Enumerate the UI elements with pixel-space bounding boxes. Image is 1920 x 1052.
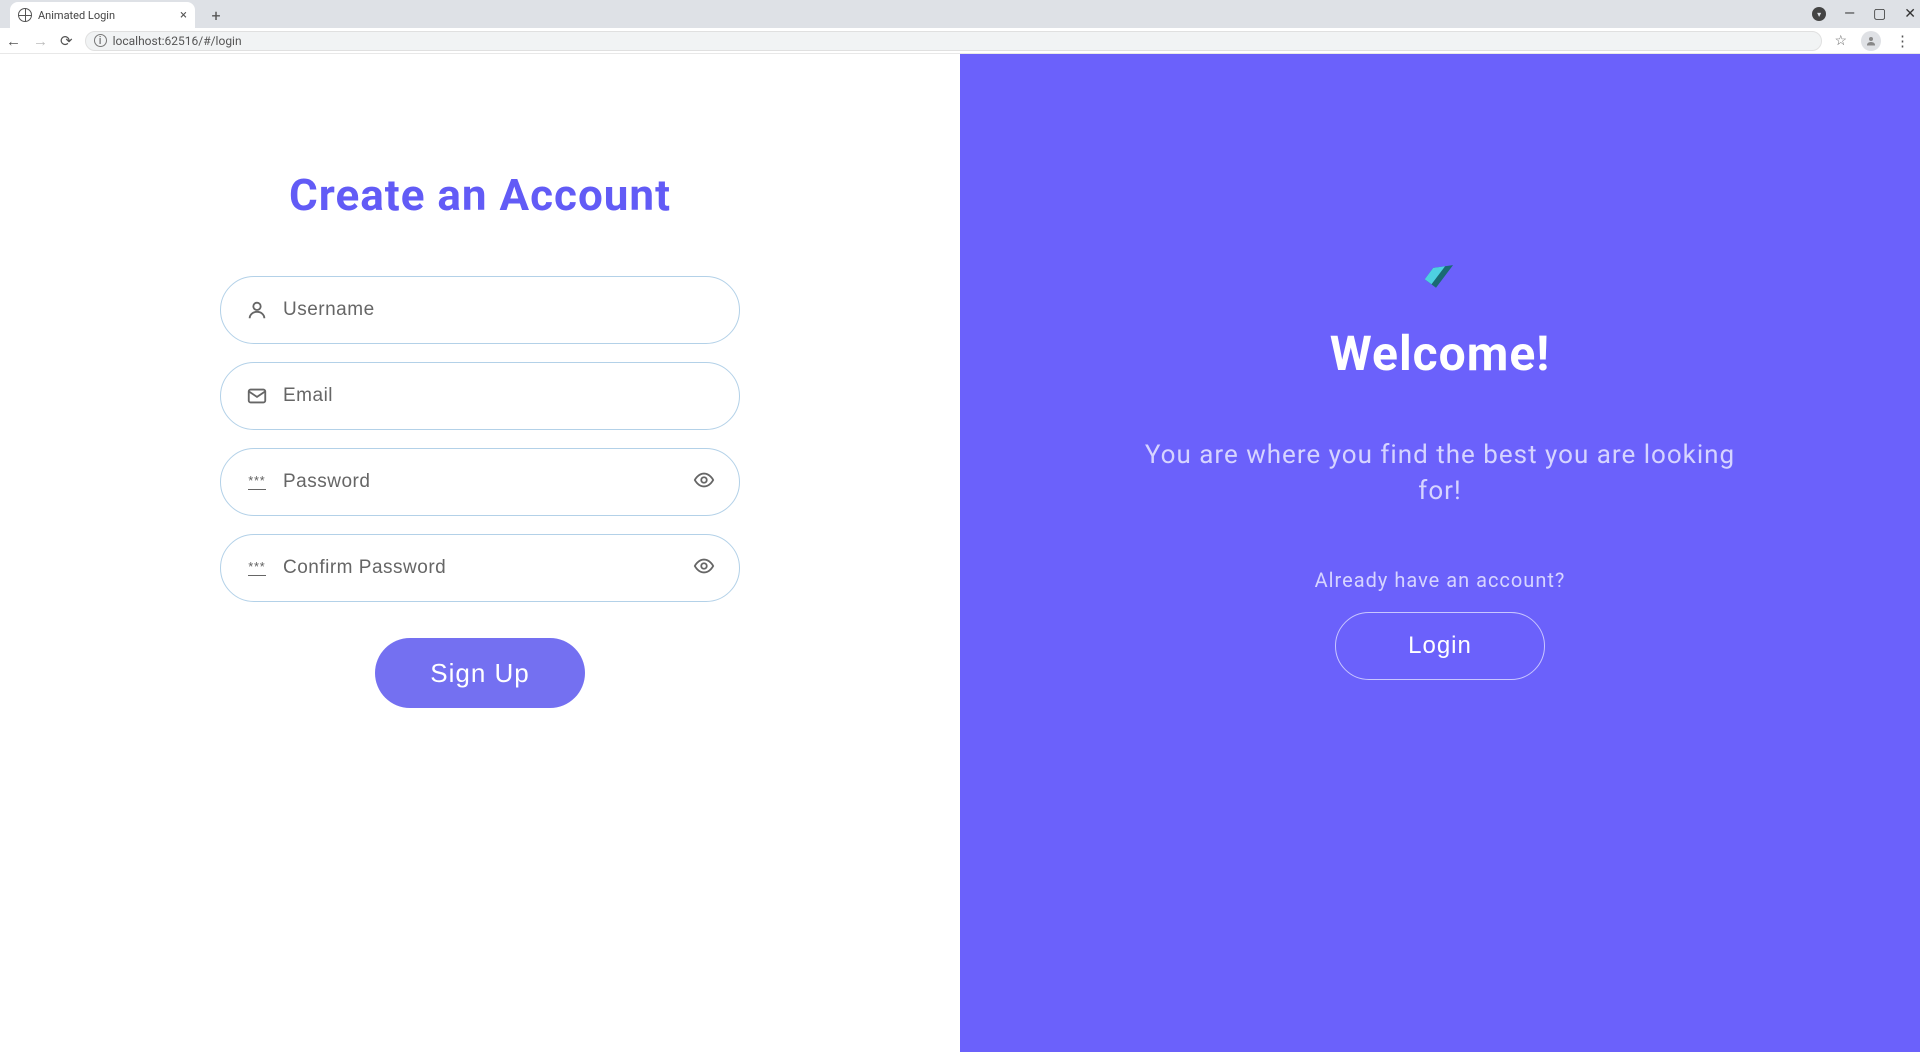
signup-panel: Create an Account *** [0, 54, 960, 1052]
globe-icon [18, 8, 32, 22]
confirm-password-field-wrap[interactable]: *** [220, 534, 740, 602]
eye-icon[interactable] [693, 469, 715, 495]
signup-title: Create an Account [289, 169, 671, 221]
username-field-wrap[interactable] [220, 276, 740, 344]
already-have-account-text: Already have an account? [1315, 568, 1566, 592]
menu-icon[interactable]: ⋮ [1895, 32, 1910, 50]
password-icon: *** [245, 474, 269, 490]
window-controls: ▾ — ▢ ✕ [1812, 0, 1916, 28]
tab-title: Animated Login [38, 9, 115, 22]
url-box[interactable]: i localhost:62516/#/login [85, 31, 1823, 51]
back-icon[interactable]: ← [6, 32, 21, 50]
new-tab-button[interactable]: + [203, 2, 229, 28]
maximize-icon[interactable]: ▢ [1873, 6, 1886, 22]
welcome-panel: Welcome! You are where you find the best… [960, 54, 1920, 1052]
login-button[interactable]: Login [1335, 612, 1545, 680]
browser-chrome: Animated Login × + ▾ — ▢ ✕ ← → ⟳ i local… [0, 0, 1920, 54]
eye-icon[interactable] [693, 555, 715, 581]
username-input[interactable] [283, 299, 715, 321]
signup-form: *** *** Sign Up [220, 276, 740, 708]
tab-strip: Animated Login × + ▾ — ▢ ✕ [0, 0, 1920, 28]
email-field-wrap[interactable] [220, 362, 740, 430]
profile-icon[interactable] [1861, 31, 1881, 51]
signup-button[interactable]: Sign Up [375, 638, 585, 708]
close-tab-icon[interactable]: × [180, 8, 187, 23]
tab-dropdown-icon[interactable]: ▾ [1812, 7, 1826, 21]
password-icon: *** [245, 560, 269, 576]
password-input[interactable] [283, 471, 679, 493]
info-icon[interactable]: i [94, 34, 107, 47]
welcome-title: Welcome! [1330, 325, 1550, 382]
minimize-icon[interactable]: — [1844, 6, 1855, 22]
password-field-wrap[interactable]: *** [220, 448, 740, 516]
address-bar-right: ☆ ⋮ [1834, 31, 1914, 51]
close-window-icon[interactable]: ✕ [1904, 6, 1916, 22]
bookmark-icon[interactable]: ☆ [1834, 33, 1847, 49]
email-input[interactable] [283, 385, 715, 407]
url-text: localhost:62516/#/login [113, 34, 242, 48]
address-bar: ← → ⟳ i localhost:62516/#/login ☆ ⋮ [0, 28, 1920, 54]
browser-tab[interactable]: Animated Login × [10, 2, 195, 28]
page-content: Create an Account *** [0, 54, 1920, 1052]
mail-icon [245, 385, 269, 407]
confirm-password-input[interactable] [283, 557, 679, 579]
flutter-icon [1413, 246, 1467, 300]
person-icon [245, 299, 269, 321]
reload-icon[interactable]: ⟳ [60, 32, 73, 50]
forward-icon: → [33, 32, 48, 50]
welcome-subtitle: You are where you find the best you are … [1120, 437, 1760, 510]
